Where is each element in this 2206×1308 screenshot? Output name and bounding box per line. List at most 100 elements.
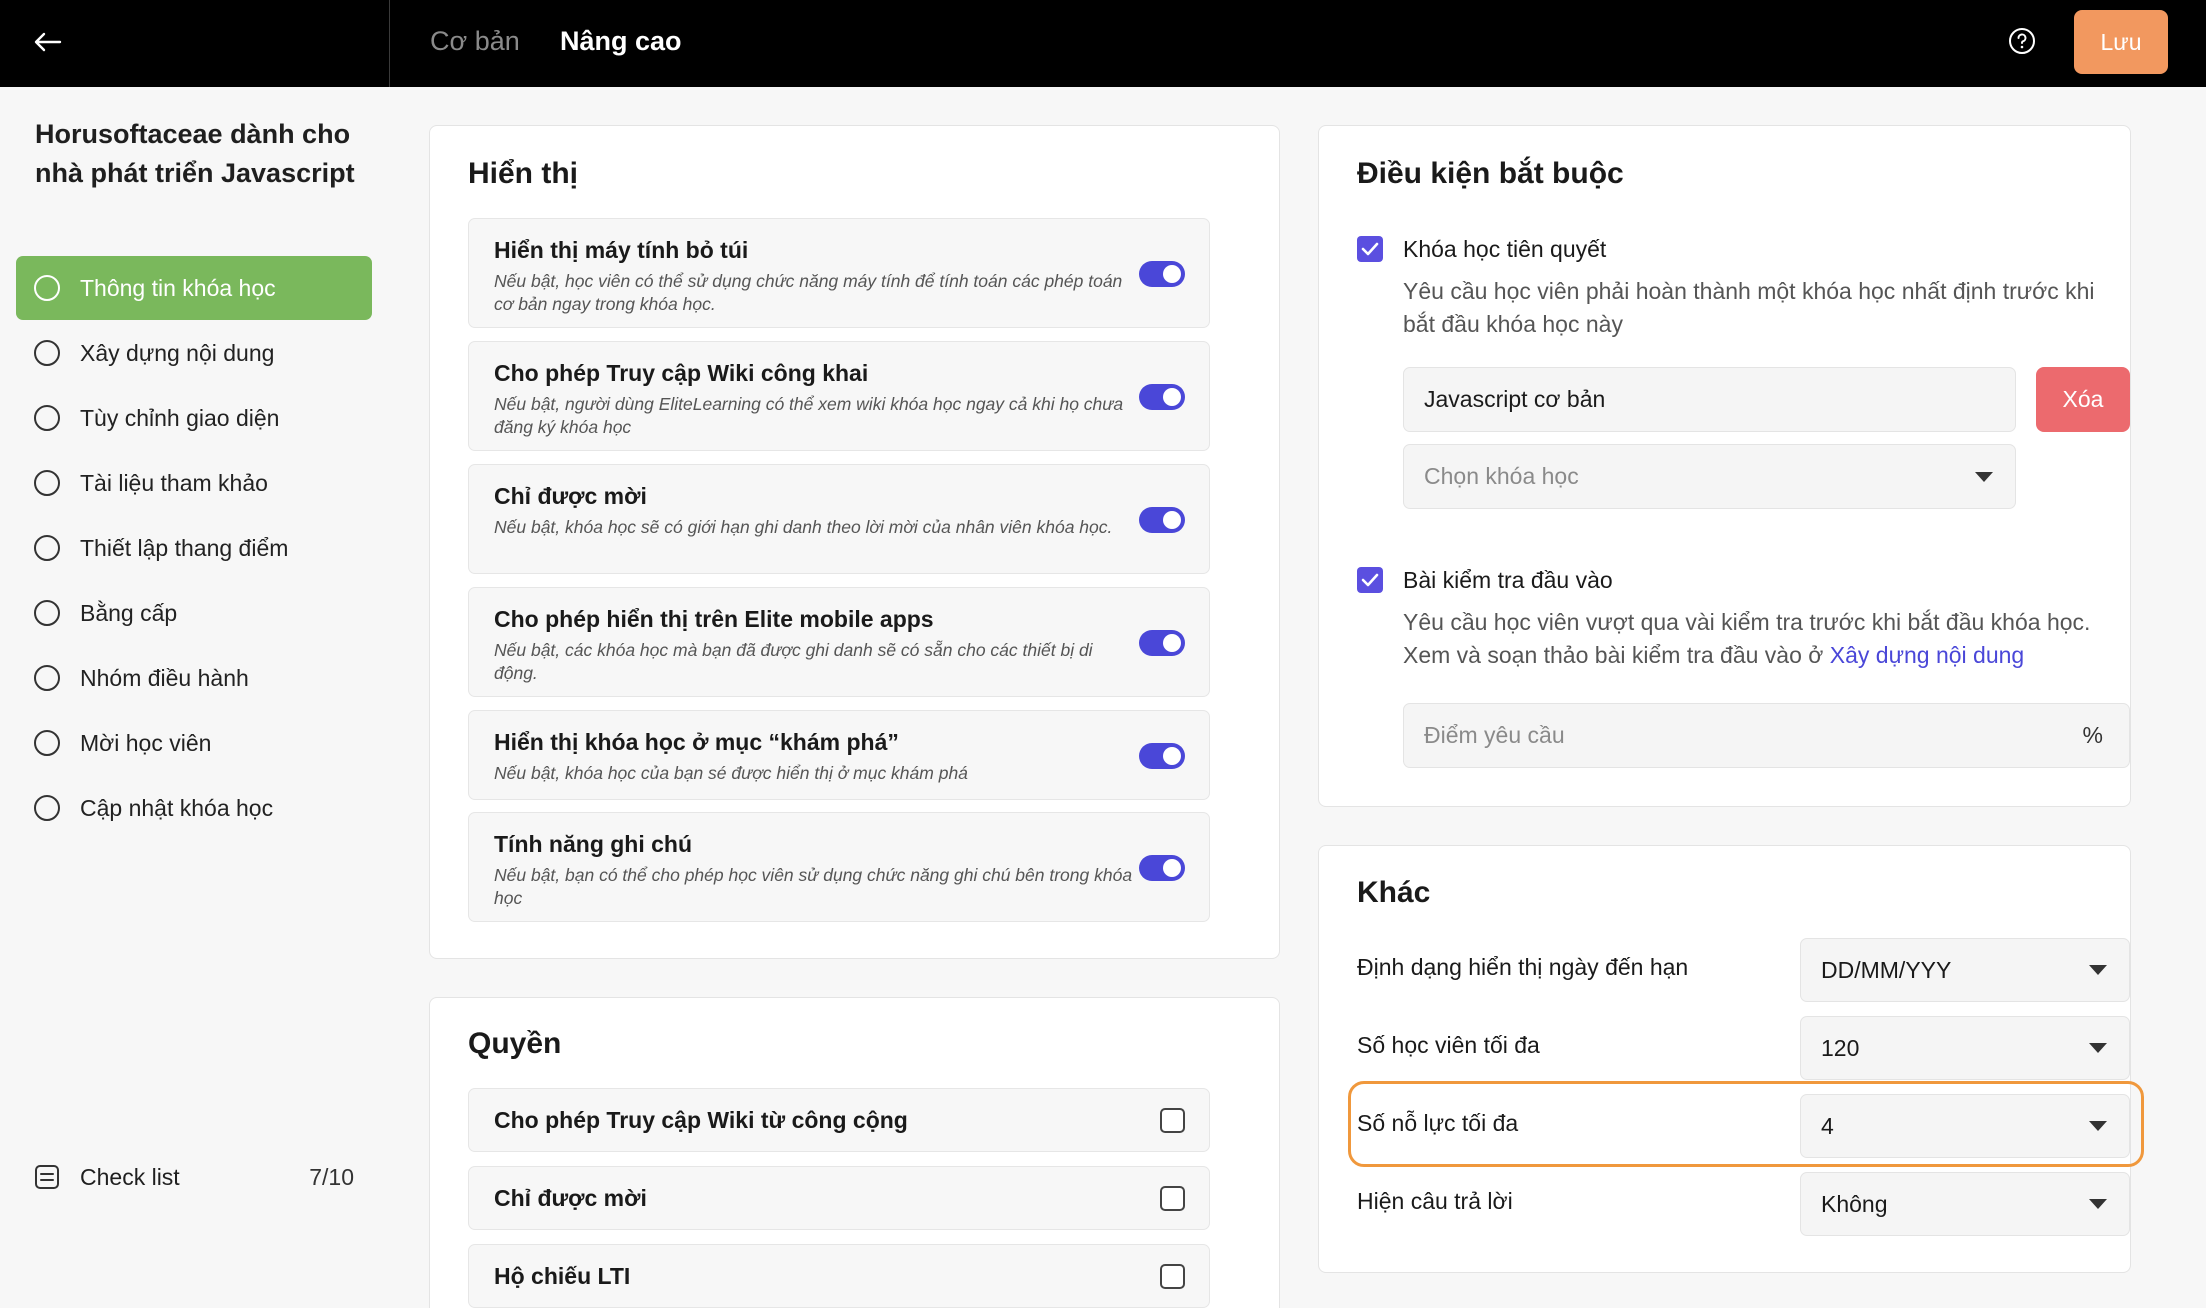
permission-label: Hộ chiếu LTI [494, 1263, 631, 1289]
calculator-toggle[interactable] [1139, 261, 1185, 287]
show-answers-label: Hiện câu trả lời [1357, 1188, 1513, 1214]
prereq-course-value: Javascript cơ bản [1424, 386, 1606, 412]
sidebar-item-label: Mời học viên [80, 729, 212, 756]
radio-icon [34, 795, 60, 821]
sidebar-item-label: Tài liệu tham khảo [80, 469, 268, 496]
conditions-card: Điều kiện bắt buộc Khóa học tiên quyết Y… [1318, 125, 2131, 807]
course-title: Horusoftaceae dành cho nhà phát triển Ja… [35, 119, 355, 188]
radio-icon [34, 405, 60, 431]
delete-button[interactable]: Xóa [2036, 367, 2130, 432]
conditions-card-title: Điều kiện bắt buộc [1357, 157, 1624, 190]
toggle-row-desc: Nếu bật, khóa học sẽ có giới hạn ghi dan… [494, 517, 1113, 537]
course-select[interactable]: Chọn khóa học [1403, 444, 2016, 509]
prereq-checkbox[interactable] [1357, 236, 1383, 262]
sidebar-item-appearance[interactable]: Tùy chỉnh giao diện [16, 386, 372, 450]
toggle-row-calculator: Hiển thị máy tính bỏ túi Nếu bật, học vi… [468, 218, 1210, 328]
toggle-row-title: Cho phép Truy cập Wiki công khai [494, 360, 869, 386]
invite-only-toggle[interactable] [1139, 507, 1185, 533]
sidebar-item-grading[interactable]: Thiết lập thang điểm [16, 516, 372, 580]
sidebar: Horusoftaceae dành cho nhà phát triển Ja… [0, 87, 389, 1308]
prereq-label: Khóa học tiên quyết [1403, 236, 1607, 262]
save-button[interactable]: Lưu [2074, 10, 2168, 74]
chevron-down-icon [2089, 965, 2107, 975]
sidebar-item-label: Nhóm điều hành [80, 664, 249, 691]
notes-toggle[interactable] [1139, 855, 1185, 881]
toggle-row-title: Chỉ được mời [494, 483, 647, 509]
required-score-input[interactable]: Điểm yêu cầu % [1403, 703, 2130, 768]
max-students-select[interactable]: 120 [1800, 1016, 2130, 1080]
content-builder-link[interactable]: Xây dựng nội dung [1830, 642, 2024, 668]
chevron-down-icon [1975, 471, 1993, 482]
mobile-apps-toggle[interactable] [1139, 630, 1185, 656]
required-score-placeholder: Điểm yêu cầu [1424, 722, 1565, 748]
prereq-course-field[interactable]: Javascript cơ bản [1403, 367, 2016, 432]
lti-checkbox[interactable] [1160, 1264, 1185, 1289]
radio-icon [34, 535, 60, 561]
top-bar: Cơ bản Nâng cao Lưu [0, 0, 2206, 87]
permission-row-lti: Hộ chiếu LTI [468, 1244, 1210, 1308]
toggle-row-notes: Tính năng ghi chú Nếu bật, bạn có thể ch… [468, 812, 1210, 922]
toggle-row-invite-only: Chỉ được mời Nếu bật, khóa học sẽ có giớ… [468, 464, 1210, 574]
back-arrow-icon[interactable] [28, 22, 68, 62]
select-value: Không [1821, 1190, 1888, 1217]
toggle-row-mobile-apps: Cho phép hiển thị trên Elite mobile apps… [468, 587, 1210, 697]
radio-icon [34, 665, 60, 691]
toggle-row-public-wiki: Cho phép Truy cập Wiki công khai Nếu bật… [468, 341, 1210, 451]
checklist-icon [34, 1164, 60, 1190]
checklist-link[interactable]: Check list 7/10 [34, 1157, 354, 1197]
course-select-placeholder: Chọn khóa học [1424, 463, 1579, 489]
sidebar-item-label: Bằng cấp [80, 599, 178, 626]
toggle-row-desc: Nếu bật, học viên có thể sử dụng chức nă… [494, 271, 1123, 314]
toggle-row-discover: Hiển thị khóa học ở mục “khám phá” Nếu b… [468, 710, 1210, 800]
discover-toggle[interactable] [1139, 743, 1185, 769]
due-date-format-select[interactable]: DD/MM/YYY [1800, 938, 2130, 1002]
checklist-label: Check list [80, 1163, 180, 1190]
sidebar-item-admin-team[interactable]: Nhóm điều hành [16, 646, 372, 710]
toggle-row-title: Tính năng ghi chú [494, 831, 693, 857]
invite-only-checkbox[interactable] [1160, 1186, 1185, 1211]
sidebar-item-content-builder[interactable]: Xây dựng nội dung [16, 321, 372, 385]
sidebar-item-label: Cập nhật khóa học [80, 794, 274, 821]
tab-basic[interactable]: Cơ bản [430, 26, 520, 57]
percent-unit: % [2082, 722, 2103, 748]
permission-row-invite-only: Chỉ được mời [468, 1166, 1210, 1230]
max-attempts-highlight [1348, 1081, 2144, 1167]
chevron-down-icon [2089, 1199, 2107, 1209]
permissions-card-title: Quyền [468, 1027, 562, 1060]
sidebar-item-invite-students[interactable]: Mời học viên [16, 711, 372, 775]
radio-icon [34, 275, 60, 301]
entry-test-desc-block: Yêu cầu học viên vượt qua vài kiểm tra t… [1403, 606, 2113, 672]
sidebar-item-update-course[interactable]: Cập nhật khóa học [16, 776, 372, 840]
sidebar-item-references[interactable]: Tài liệu tham khảo [16, 451, 372, 515]
due-date-format-label: Định dạng hiển thị ngày đến hạn [1357, 954, 1689, 980]
permissions-card: Quyền Cho phép Truy cập Wiki từ công cộn… [429, 997, 1280, 1308]
toggle-row-title: Hiển thị máy tính bỏ túi [494, 237, 749, 263]
chevron-down-icon [2089, 1043, 2107, 1053]
entry-test-checkbox[interactable] [1357, 567, 1383, 593]
topbar-divider [389, 0, 390, 87]
help-icon[interactable] [2005, 24, 2039, 58]
other-card: Khác Định dạng hiển thị ngày đến hạn DD/… [1318, 845, 2131, 1273]
public-wiki-toggle[interactable] [1139, 384, 1185, 410]
prereq-desc: Yêu cầu học viên phải hoàn thành một khó… [1403, 278, 2095, 337]
toggle-row-title: Cho phép hiển thị trên Elite mobile apps [494, 606, 934, 632]
show-answers-select[interactable]: Không [1800, 1172, 2130, 1236]
radio-icon [34, 340, 60, 366]
display-card-title: Hiển thị [468, 157, 578, 190]
checklist-count: 7/10 [309, 1163, 354, 1190]
radio-icon [34, 730, 60, 756]
sidebar-item-certificates[interactable]: Bằng cấp [16, 581, 372, 645]
permission-label: Cho phép Truy cập Wiki từ công cộng [494, 1107, 908, 1133]
toggle-row-title: Hiển thị khóa học ở mục “khám phá” [494, 729, 899, 755]
sidebar-item-label: Thiết lập thang điểm [80, 534, 289, 561]
sidebar-item-label: Tùy chỉnh giao diện [80, 404, 280, 431]
select-value: 120 [1821, 1034, 1860, 1061]
entry-test-label: Bài kiểm tra đầu vào [1403, 567, 1613, 593]
toggle-row-desc: Nếu bật, người dùng EliteLearning có thể… [494, 394, 1124, 437]
sidebar-item-label: Xây dựng nội dung [80, 339, 275, 366]
sidebar-item-course-info[interactable]: Thông tin khóa học [16, 256, 372, 320]
tab-advanced[interactable]: Nâng cao [560, 26, 682, 57]
display-card: Hiển thị Hiển thị máy tính bỏ túi Nếu bậ… [429, 125, 1280, 959]
permission-label: Chỉ được mời [494, 1185, 647, 1211]
public-wiki-checkbox[interactable] [1160, 1108, 1185, 1133]
